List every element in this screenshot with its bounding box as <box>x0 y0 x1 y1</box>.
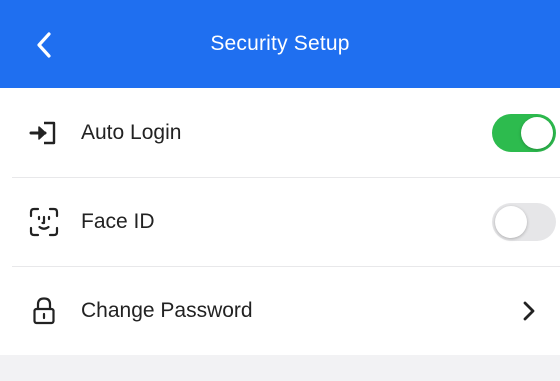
chevron-right-icon <box>518 300 540 322</box>
change-password-label: Change Password <box>81 298 253 322</box>
auto-login-label: Auto Login <box>81 120 182 144</box>
page-title: Security Setup <box>210 32 350 55</box>
chevron-left-icon <box>37 32 51 58</box>
section-footer <box>0 355 560 381</box>
login-icon <box>27 116 61 150</box>
settings-row-face-id: Face ID <box>0 177 560 266</box>
navigation-header: Security Setup <box>0 0 560 88</box>
face-id-icon <box>27 205 61 239</box>
auto-login-toggle[interactable] <box>492 113 556 152</box>
back-button[interactable] <box>26 27 62 63</box>
settings-list: Auto Login Face ID Change Password <box>0 88 560 355</box>
face-id-toggle[interactable] <box>492 202 556 241</box>
toggle-knob <box>521 116 553 149</box>
toggle-knob <box>495 205 527 238</box>
lock-icon <box>27 294 61 328</box>
settings-row-change-password[interactable]: Change Password <box>0 266 560 355</box>
face-id-label: Face ID <box>81 209 155 233</box>
settings-row-auto-login: Auto Login <box>0 88 560 177</box>
